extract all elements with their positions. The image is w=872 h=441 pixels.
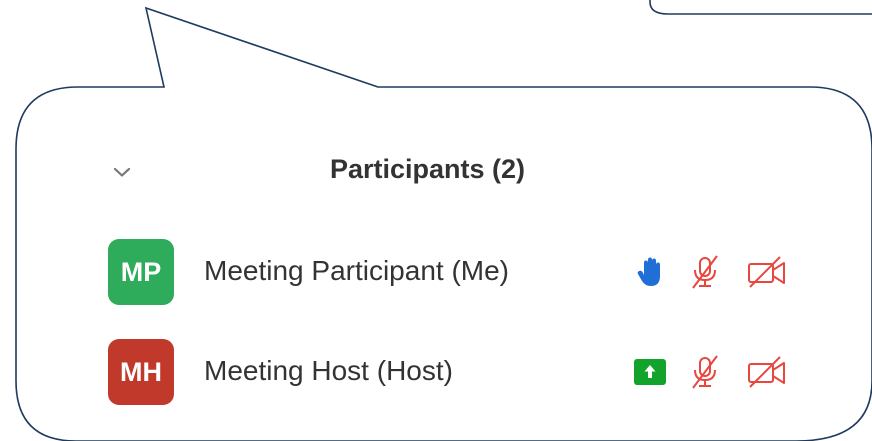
- share-screen-icon[interactable]: [634, 359, 666, 385]
- participants-callout: Participants (2) MP Meeting Participant …: [0, 0, 872, 441]
- participant-name: Meeting Host (Host): [204, 355, 453, 386]
- avatar: MP: [108, 239, 174, 305]
- video-off-icon[interactable]: [746, 355, 788, 389]
- participants-title: Participants (2): [330, 154, 526, 184]
- mic-muted-icon[interactable]: [688, 355, 722, 389]
- mic-muted-icon[interactable]: [688, 255, 722, 289]
- participant-row-meeting-host[interactable]: MH Meeting Host (Host): [108, 339, 808, 405]
- raised-hand-icon[interactable]: [636, 255, 666, 289]
- video-off-icon[interactable]: [746, 255, 788, 289]
- participant-name: Meeting Participant (Me): [204, 255, 510, 286]
- participant-row-meeting-participant[interactable]: MP Meeting Participant (Me): [108, 239, 808, 305]
- avatar: MH: [108, 339, 174, 405]
- adjacent-callout-fragment: [649, 0, 872, 15]
- chevron-down-icon[interactable]: [110, 160, 134, 184]
